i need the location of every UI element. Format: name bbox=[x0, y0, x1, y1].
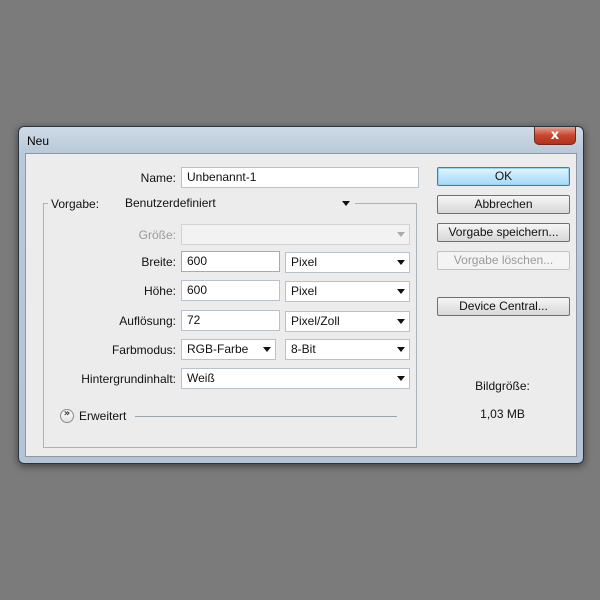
preset-value: Benutzerdefiniert bbox=[125, 196, 216, 210]
width-unit-value: Pixel bbox=[291, 255, 318, 269]
chevron-down-icon bbox=[397, 347, 405, 352]
resolution-unit-select[interactable]: Pixel/Zoll bbox=[285, 311, 410, 332]
colormode-select[interactable]: RGB-Farbe bbox=[181, 339, 276, 360]
device-central-button[interactable]: Device Central... bbox=[437, 297, 570, 316]
cancel-button[interactable]: Abbrechen bbox=[437, 195, 570, 214]
name-input[interactable]: Unbenannt-1 bbox=[181, 167, 419, 188]
double-chevron-down-icon: » bbox=[63, 408, 71, 419]
close-icon: x bbox=[550, 128, 560, 143]
chevron-down-icon bbox=[263, 347, 271, 352]
width-label: Breite: bbox=[141, 255, 176, 269]
chevron-down-icon bbox=[397, 289, 405, 294]
chevron-down-icon bbox=[397, 376, 405, 381]
resolution-input[interactable]: 72 bbox=[181, 310, 280, 331]
size-label: Größe: bbox=[138, 228, 176, 242]
colormode-value: RGB-Farbe bbox=[187, 342, 249, 356]
advanced-label: Erweitert bbox=[79, 409, 127, 423]
resolution-unit-value: Pixel/Zoll bbox=[291, 314, 340, 328]
delete-preset-button: Vorgabe löschen... bbox=[437, 251, 570, 270]
advanced-divider bbox=[135, 416, 397, 417]
width-input[interactable]: 600 bbox=[181, 251, 280, 272]
chevron-down-icon bbox=[342, 201, 350, 206]
resolution-label: Auflösung: bbox=[119, 314, 176, 328]
height-unit-value: Pixel bbox=[291, 284, 318, 298]
dialog-body: Name: Unbenannt-1 Vorgabe: Benutzerdefin… bbox=[25, 153, 577, 457]
background-value: Weiß bbox=[187, 371, 215, 385]
chevron-down-icon bbox=[397, 319, 405, 324]
image-size-label: Bildgröße: bbox=[475, 379, 530, 393]
bitdepth-select[interactable]: 8-Bit bbox=[285, 339, 410, 360]
chevron-down-icon bbox=[397, 232, 405, 237]
preset-select[interactable]: Benutzerdefiniert bbox=[119, 193, 355, 214]
new-document-dialog: Neu x Name: Unbenannt-1 Vorgabe: Benutze… bbox=[18, 126, 584, 464]
save-preset-button[interactable]: Vorgabe speichern... bbox=[437, 223, 570, 242]
image-size-value: 1,03 MB bbox=[480, 407, 525, 421]
width-unit-select[interactable]: Pixel bbox=[285, 252, 410, 273]
chevron-down-icon bbox=[397, 260, 405, 265]
height-input[interactable]: 600 bbox=[181, 280, 280, 301]
height-unit-select[interactable]: Pixel bbox=[285, 281, 410, 302]
height-label: Höhe: bbox=[143, 284, 176, 298]
advanced-expander[interactable]: » bbox=[60, 408, 74, 423]
dialog-title: Neu bbox=[27, 134, 50, 148]
background-select[interactable]: Weiß bbox=[181, 368, 410, 389]
ok-button[interactable]: OK bbox=[437, 167, 570, 186]
colormode-label: Farbmodus: bbox=[111, 343, 176, 357]
background-label: Hintergrundinhalt: bbox=[81, 372, 176, 386]
bitdepth-value: 8-Bit bbox=[291, 342, 316, 356]
name-label: Name: bbox=[140, 171, 176, 185]
close-button[interactable]: x bbox=[534, 127, 576, 145]
size-select bbox=[181, 224, 410, 245]
preset-label: Vorgabe: bbox=[48, 197, 124, 211]
